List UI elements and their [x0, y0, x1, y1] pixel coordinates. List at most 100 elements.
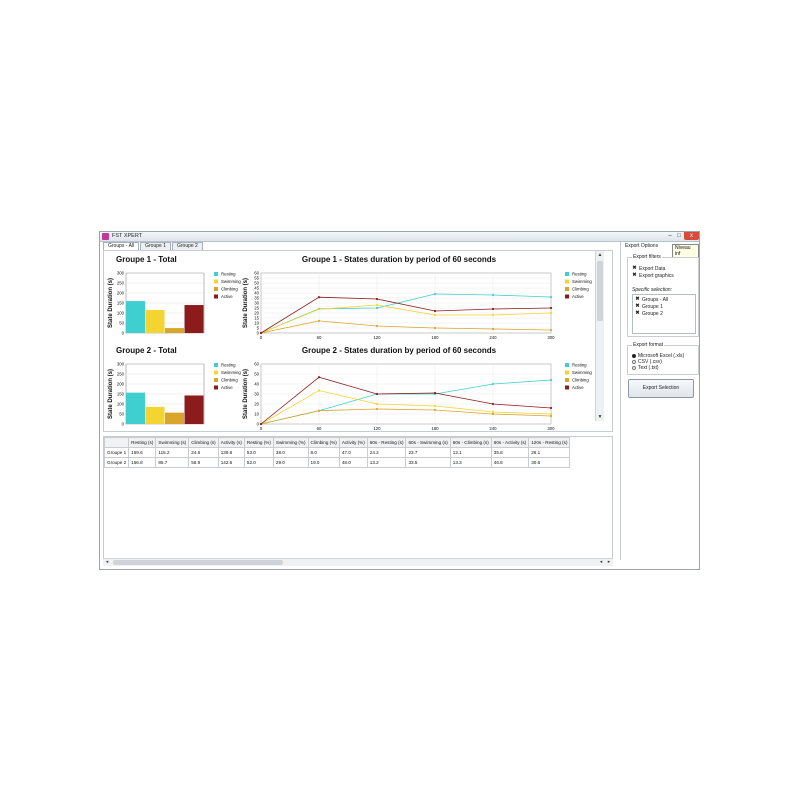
column-header[interactable]: Resting (%)	[243, 437, 274, 448]
charts-vertical-scrollbar[interactable]: ▲ ▼	[595, 251, 604, 421]
y-tick-label: 5	[257, 326, 260, 331]
data-point	[317, 376, 321, 379]
table-cell[interactable]: 159.6	[128, 447, 157, 458]
column-header[interactable]: Climbing (%)	[307, 437, 340, 448]
table-cell[interactable]: 52.0	[243, 457, 274, 468]
column-header[interactable]: Resting (s)	[128, 437, 157, 448]
table-cell[interactable]: 85.7	[155, 457, 190, 468]
table-cell[interactable]: 12.1	[449, 447, 492, 458]
export-data-checkbox[interactable]: ✖ Export Data	[632, 266, 665, 272]
table-row[interactable]: Groupe 1 159.6 115.2 24.6 139.8 53.0 38.0 8.0 47…	[104, 447, 571, 458]
export-graphics-checkbox[interactable]: ✖ Export graphics	[632, 273, 673, 279]
table-cell[interactable]: 30.6	[528, 457, 571, 468]
table-cell[interactable]: 26.1	[528, 447, 571, 458]
table-cell[interactable]: 46.8	[490, 457, 530, 468]
tab-groups-all[interactable]: Groups - All	[103, 242, 140, 250]
legend-swatch	[214, 385, 218, 390]
y-axis-label: State Duration (s)	[243, 278, 249, 328]
row-header-cell[interactable]: Groupe 1	[104, 447, 130, 458]
table-cell[interactable]: 38.0	[272, 447, 309, 458]
close-button[interactable]: x	[684, 232, 699, 240]
export-selection-button[interactable]: Export Selection	[628, 379, 694, 398]
groupe-1-checkbox[interactable]: ✖ Groupe 1	[635, 304, 663, 310]
data-point	[259, 331, 263, 335]
data-point	[549, 295, 553, 299]
export-filters-label: Export filters	[632, 254, 662, 260]
scroll-up-icon[interactable]: ▲	[596, 251, 604, 259]
table-cell[interactable]: 47.0	[338, 447, 368, 458]
table-cell[interactable]: 156.8	[128, 457, 157, 468]
bar-resting	[126, 301, 145, 333]
scroll-right-icon[interactable]: ▸	[605, 559, 613, 566]
table-cell[interactable]: 13.3	[449, 457, 492, 468]
scroll-thumb[interactable]	[597, 261, 603, 321]
legend-swatch	[214, 370, 218, 375]
y-tick-label: 0	[122, 331, 125, 336]
table-cell[interactable]: 24.6	[188, 447, 219, 458]
checkbox-checked-icon: ✖	[635, 296, 640, 303]
data-point	[433, 292, 437, 296]
table-cell[interactable]: 8.0	[307, 447, 340, 458]
scroll-left-icon-2[interactable]: ◂	[597, 559, 605, 566]
legend-label: Climbing	[572, 378, 589, 383]
column-header[interactable]: Activity (%)	[338, 437, 368, 448]
column-header[interactable]: Activity (s)	[217, 437, 245, 448]
data-table-panel: Resting (s) Swimming (s) Climbing (s) Activ…	[103, 436, 613, 561]
data-point	[317, 296, 321, 299]
column-header[interactable]: Swimming (%)	[272, 437, 309, 448]
column-header[interactable]: 60s - Activity (s)	[490, 437, 530, 448]
bar-climbing	[165, 328, 184, 333]
groupe-1-label: Groupe 1	[642, 304, 663, 310]
y-axis-label: State Duration (s)	[108, 369, 114, 419]
column-header[interactable]: 120s - Resting (s)	[528, 437, 571, 448]
column-header[interactable]: Climbing (s)	[188, 437, 219, 448]
table-cell[interactable]: 48.0	[338, 457, 368, 468]
legend-swatch	[565, 294, 569, 299]
table-cell[interactable]: 29.0	[272, 457, 309, 468]
h-scroll-thumb[interactable]	[113, 560, 283, 565]
table-cell[interactable]: 35.8	[490, 447, 530, 458]
table-cell[interactable]: 13.2	[366, 457, 407, 468]
scroll-left-icon[interactable]: ◂	[103, 559, 111, 566]
legend-swatch	[565, 378, 569, 382]
table-horizontal-scrollbar[interactable]: ◂ ◂ ▸	[103, 558, 613, 566]
table-cell[interactable]: 142.6	[217, 457, 245, 468]
column-header[interactable]: 60s - Resting (s)	[366, 437, 407, 448]
bar-active	[184, 395, 204, 424]
format-txt-radio[interactable]: Text (.txt)	[632, 365, 659, 371]
tab-groupe-1[interactable]: Groupe 1	[140, 242, 171, 250]
table-cell[interactable]: 33.5	[405, 457, 451, 468]
column-header[interactable]: Swimming (s)	[155, 437, 190, 448]
legend-label: Resting	[221, 363, 236, 368]
export-format-label: Export format	[632, 342, 665, 348]
table-cell[interactable]: 23.7	[405, 447, 451, 458]
table-cell[interactable]: 19.0	[307, 457, 340, 468]
table-row[interactable]: Groupe 2 156.8 85.7 56.9 142.6 52.0 29.0 19.0 48…	[104, 457, 571, 468]
x-tick-label: 60	[317, 426, 322, 431]
y-tick-label: 250	[117, 372, 125, 377]
y-tick-label: 50	[254, 372, 259, 377]
table-cell[interactable]: 56.9	[188, 457, 219, 468]
table-cell[interactable]: 24.2	[366, 447, 407, 458]
table-cell[interactable]: 115.2	[155, 447, 190, 458]
minimize-button[interactable]: –	[666, 232, 674, 240]
row-header-cell[interactable]: Groupe 2	[104, 457, 130, 468]
legend-label: Climbing	[221, 378, 238, 383]
column-header[interactable]	[104, 437, 130, 448]
groupe-2-checkbox[interactable]: ✖ Groupe 2	[635, 311, 662, 317]
groups-all-checkbox[interactable]: ✖ Groups - All	[635, 297, 668, 303]
column-header[interactable]: 60s - Swimming (s)	[405, 437, 451, 448]
maximize-button[interactable]: □	[675, 232, 683, 240]
y-tick-label: 100	[117, 402, 125, 407]
table-cell[interactable]: 139.8	[217, 447, 245, 458]
column-header[interactable]: 60s - Climbing (s)	[449, 437, 492, 448]
scroll-down-icon[interactable]: ▼	[596, 413, 604, 421]
table-cell[interactable]: 53.0	[243, 447, 274, 458]
y-tick-label: 150	[117, 392, 125, 397]
tab-groupe-2[interactable]: Groupe 2	[171, 242, 203, 250]
table-header-row: Resting (s) Swimming (s) Climbing (s) Activ…	[104, 437, 571, 448]
y-tick-label: 40	[254, 382, 259, 387]
legend-swatch	[214, 294, 218, 299]
data-point	[491, 382, 495, 386]
charts-panel: Groupe 1 - Total 0 50 100 150 200 250 300 State …	[103, 250, 613, 432]
